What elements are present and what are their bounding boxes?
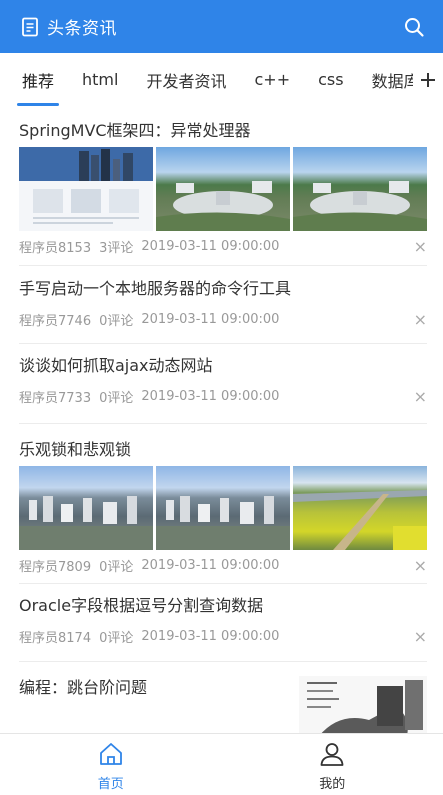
article-time: 2019-03-11 09:00:00 — [141, 628, 280, 644]
article-item[interactable]: Oracle字段根据逗号分割查询数据 程序员8174 0评论 2019-03-1… — [19, 584, 427, 662]
tab-html[interactable]: html — [82, 53, 118, 106]
article-author: 程序员7733 — [19, 390, 92, 406]
tab-recommend[interactable]: 推荐 — [16, 53, 60, 106]
article-author: 程序员8153 — [19, 240, 92, 256]
bottom-navigation: 首页 我的 — [0, 733, 443, 795]
article-images — [19, 147, 427, 231]
article-item[interactable]: 乐观锁和悲观锁 程序员7809 0评论 2019-03-11 09:00:00 … — [19, 424, 427, 584]
user-icon — [319, 741, 345, 767]
close-icon[interactable]: × — [414, 556, 427, 575]
article-meta: 程序员8153 3评论 2019-03-11 09:00:00 × — [19, 231, 427, 261]
article-title[interactable]: 乐观锁和悲观锁 — [19, 438, 427, 462]
article-thumbnail — [19, 466, 153, 550]
article-item[interactable]: 编程：跳台阶问题 — [19, 662, 427, 737]
article-title[interactable]: 谈谈如何抓取ajax动态网站 — [19, 354, 427, 378]
article-meta: 程序员7746 0评论 2019-03-11 09:00:00 × — [19, 304, 427, 334]
article-time: 2019-03-11 09:00:00 — [141, 557, 280, 573]
article-title[interactable]: Oracle字段根据逗号分割查询数据 — [19, 594, 427, 618]
article-item[interactable]: SpringMVC框架四：异常处理器 程序员8153 3评论 2019-03-1… — [19, 106, 427, 266]
close-icon[interactable]: × — [414, 387, 427, 406]
article-comments: 0评论 — [99, 630, 134, 646]
article-author: 程序员7746 — [19, 313, 92, 329]
article-meta: 程序员8174 0评论 2019-03-11 09:00:00 × — [19, 621, 427, 651]
article-comments: 0评论 — [99, 390, 134, 406]
close-icon[interactable]: × — [414, 627, 427, 646]
article-time: 2019-03-11 09:00:00 — [141, 311, 280, 327]
article-author: 程序员7809 — [19, 559, 92, 575]
article-meta: 程序员7809 0评论 2019-03-11 09:00:00 × — [19, 550, 427, 580]
tab-cpp[interactable]: c++ — [254, 53, 290, 106]
news-feed: SpringMVC框架四：异常处理器 程序员8153 3评论 2019-03-1… — [19, 106, 427, 737]
article-time: 2019-03-11 09:00:00 — [141, 238, 280, 254]
nav-home-label: 首页 — [97, 777, 124, 792]
article-comments: 3评论 — [99, 240, 134, 256]
app-header: 头条资讯 — [0, 0, 443, 53]
article-title[interactable]: SpringMVC框架四：异常处理器 — [19, 119, 427, 143]
close-icon[interactable]: × — [414, 237, 427, 256]
close-icon[interactable]: × — [414, 310, 427, 329]
nav-profile-label: 我的 — [319, 777, 346, 792]
article-thumbnail — [156, 147, 290, 231]
nav-profile[interactable]: 我的 — [222, 734, 443, 795]
article-meta: 程序员7733 0评论 2019-03-11 09:00:00 × — [19, 381, 427, 411]
article-time: 2019-03-11 09:00:00 — [141, 388, 280, 404]
page-title: 头条资讯 — [47, 19, 117, 39]
tab-track: 推荐 html 开发者资讯 c++ css 数据库 — [0, 53, 443, 106]
article-thumbnail — [156, 466, 290, 550]
document-icon — [20, 17, 40, 37]
article-images — [19, 466, 427, 550]
search-icon[interactable] — [403, 16, 425, 38]
article-author: 程序员8174 — [19, 630, 92, 646]
article-title[interactable]: 编程：跳台阶问题 — [19, 676, 299, 737]
article-comments: 0评论 — [99, 313, 134, 329]
article-title[interactable]: 手写启动一个本地服务器的命令行工具 — [19, 277, 427, 301]
home-icon — [98, 741, 124, 767]
category-tabs: 推荐 html 开发者资讯 c++ css 数据库 — [0, 53, 443, 106]
article-thumbnail — [299, 676, 427, 736]
article-item[interactable]: 谈谈如何抓取ajax动态网站 程序员7733 0评论 2019-03-11 09… — [19, 344, 427, 424]
article-thumbnail — [19, 147, 153, 231]
article-thumbnail — [293, 147, 427, 231]
plus-icon[interactable] — [413, 53, 443, 106]
tab-developer-news[interactable]: 开发者资讯 — [146, 53, 226, 106]
article-thumbnail — [293, 466, 427, 550]
article-item[interactable]: 手写启动一个本地服务器的命令行工具 程序员7746 0评论 2019-03-11… — [19, 266, 427, 344]
tab-css[interactable]: css — [318, 53, 343, 106]
nav-home[interactable]: 首页 — [0, 734, 222, 795]
article-comments: 0评论 — [99, 559, 134, 575]
